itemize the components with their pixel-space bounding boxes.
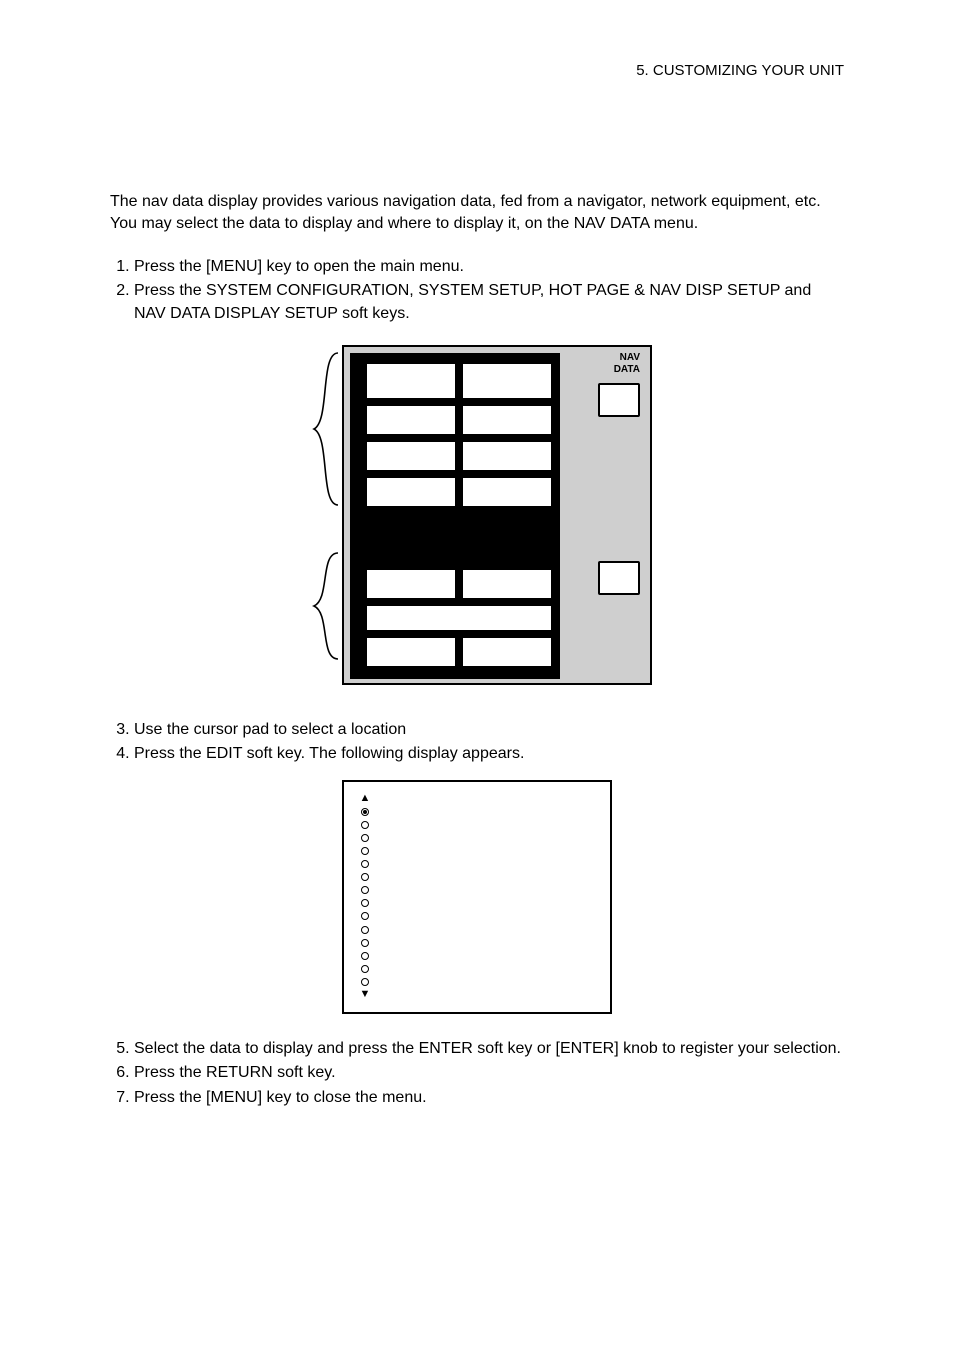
- radio-empty-icon: [361, 926, 369, 934]
- layout-cell: [462, 637, 552, 667]
- brace-page2: [310, 551, 340, 661]
- radio-empty-icon: [361, 978, 369, 986]
- radio-empty-icon: [361, 965, 369, 973]
- option-item: [358, 936, 596, 949]
- layout-cell: [366, 569, 456, 599]
- layout-cell: [366, 405, 456, 435]
- softkey-box-2: [598, 561, 640, 595]
- option-item: [358, 949, 596, 962]
- option-list: ▲ ▼: [358, 792, 596, 1002]
- option-item: [358, 883, 596, 896]
- page-header-chapter: 5. CUSTOMIZING YOUR UNIT: [110, 60, 844, 81]
- intro-paragraph: The nav data display provides various na…: [110, 191, 844, 236]
- radio-empty-icon: [361, 912, 369, 920]
- radio-empty-icon: [361, 939, 369, 947]
- layout-cell: [462, 477, 552, 507]
- layout-cell: [366, 363, 456, 399]
- scroll-down-arrow: ▼: [358, 988, 596, 1001]
- layout-cell: [462, 405, 552, 435]
- option-item: [358, 818, 596, 831]
- step-item: Select the data to display and press the…: [134, 1038, 844, 1060]
- radio-empty-icon: [361, 847, 369, 855]
- radio-empty-icon: [361, 821, 369, 829]
- softkey-label-data: DATA: [570, 365, 640, 375]
- option-item: [358, 962, 596, 975]
- option-item: [358, 896, 596, 909]
- radio-empty-icon: [361, 860, 369, 868]
- step-item: Press the SYSTEM CONFIGURATION, SYSTEM S…: [134, 280, 844, 325]
- option-item: [358, 923, 596, 936]
- option-item: [358, 857, 596, 870]
- option-item: [358, 831, 596, 844]
- layout-cell: [366, 605, 552, 631]
- layout-cell: [462, 441, 552, 471]
- device-screen-inner: [350, 353, 560, 679]
- radio-empty-icon: [361, 952, 369, 960]
- softkey-label-nav: NAV: [570, 353, 640, 363]
- steps-list-a: Press the [MENU] key to open the main me…: [110, 256, 844, 325]
- radio-empty-icon: [361, 834, 369, 842]
- page: 5. CUSTOMIZING YOUR UNIT The nav data di…: [0, 0, 954, 1183]
- steps-list-b: Use the cursor pad to select a location …: [110, 719, 844, 766]
- steps-list-c: Select the data to display and press the…: [110, 1038, 844, 1109]
- step-item: Press the [MENU] key to open the main me…: [134, 256, 844, 278]
- scroll-up-arrow: ▲: [358, 792, 596, 805]
- option-item: [358, 975, 596, 988]
- radio-empty-icon: [361, 886, 369, 894]
- step-item: Press the [MENU] key to close the menu.: [134, 1087, 844, 1109]
- layout-cell: [462, 569, 552, 599]
- option-item: [358, 870, 596, 883]
- layout-cell: [462, 363, 552, 399]
- option-item: [358, 910, 596, 923]
- layout-cell: [366, 637, 456, 667]
- step-item: Press the EDIT soft key. The following d…: [134, 743, 844, 765]
- figure-nav-data-layout: NAV DATA: [110, 341, 844, 691]
- step-item: Press the RETURN soft key.: [134, 1062, 844, 1084]
- radio-selected-icon: [361, 808, 369, 816]
- brace-page1: [310, 351, 340, 507]
- step-item: Use the cursor pad to select a location: [134, 719, 844, 741]
- option-item: [358, 844, 596, 857]
- radio-empty-icon: [361, 899, 369, 907]
- device-screen-outer: NAV DATA: [342, 345, 652, 685]
- layout-cell: [366, 441, 456, 471]
- radio-empty-icon: [361, 873, 369, 881]
- option-list-window: ▲ ▼: [342, 780, 612, 1014]
- layout-cell: [366, 477, 456, 507]
- figure-option-list: ▲ ▼: [110, 780, 844, 1014]
- softkey-box-1: [598, 383, 640, 417]
- option-item: [358, 805, 596, 818]
